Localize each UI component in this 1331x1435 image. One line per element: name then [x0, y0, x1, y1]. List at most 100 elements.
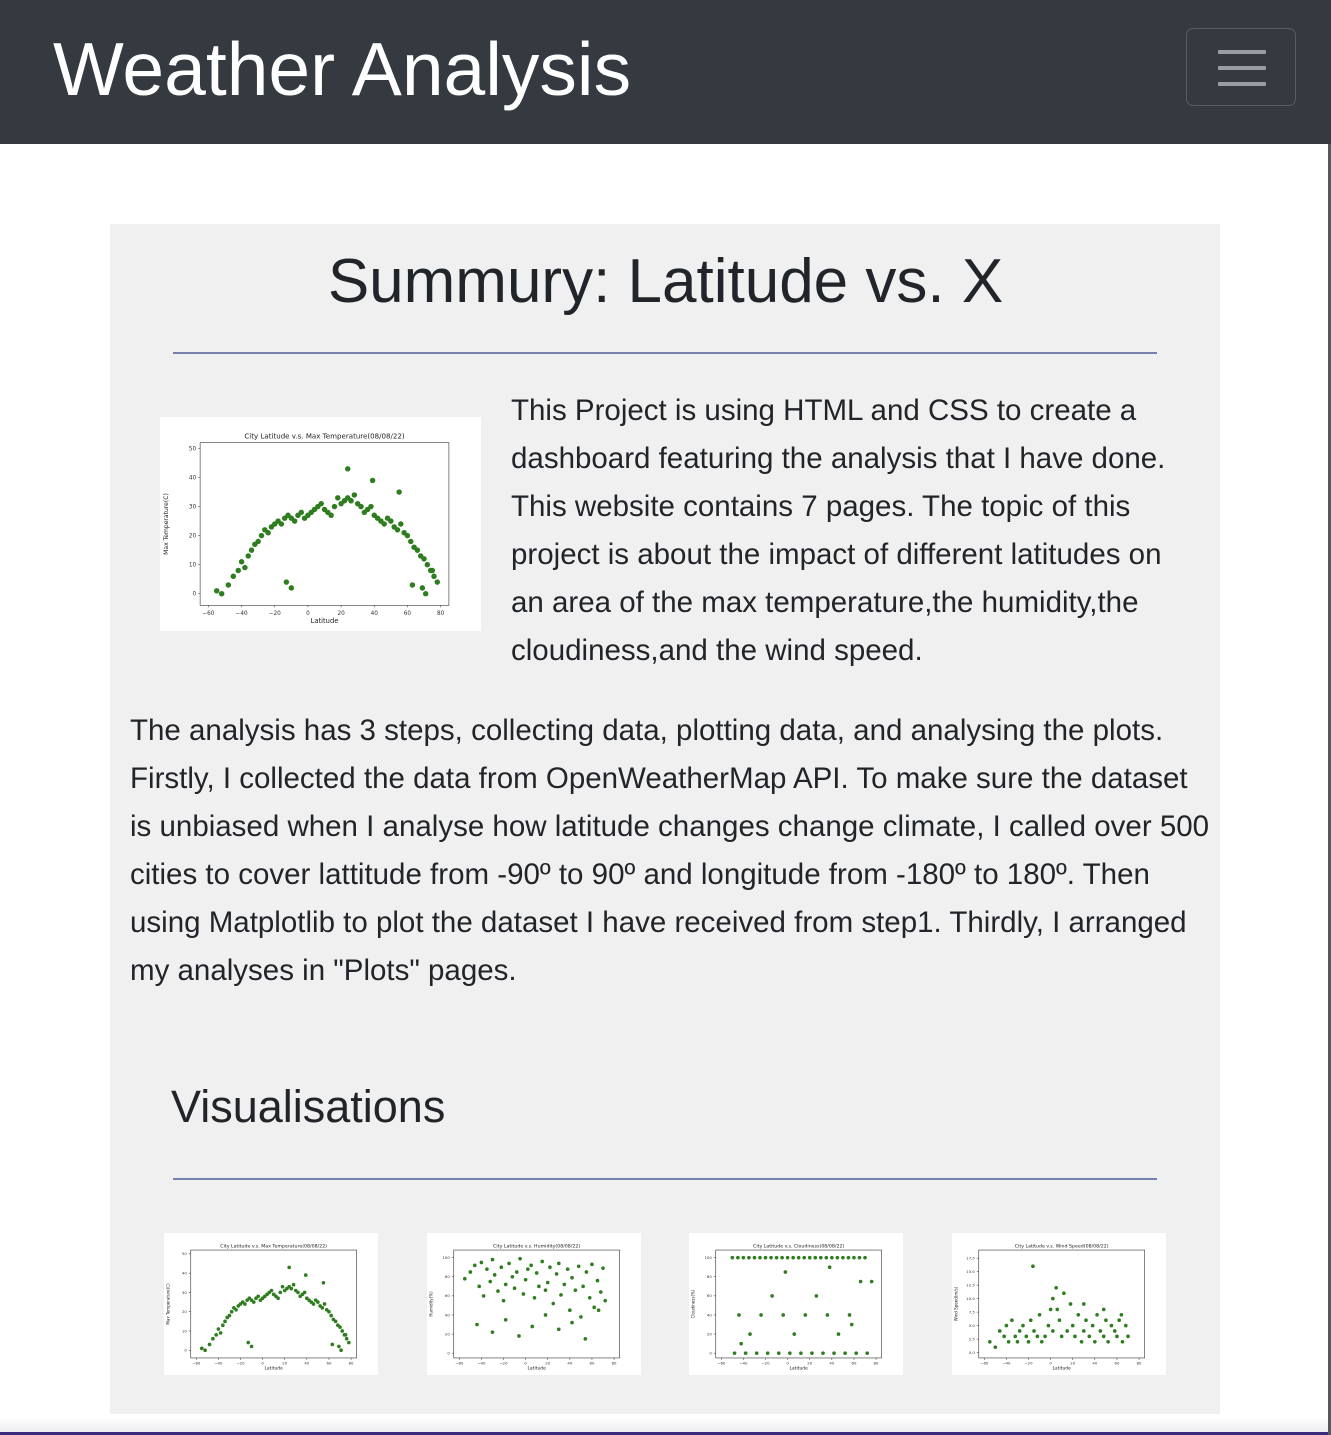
scatter-point: [1112, 1329, 1117, 1333]
scatter-point: [595, 1278, 600, 1283]
navbar-toggle-button[interactable]: [1186, 28, 1296, 106]
scatter-point: [1028, 1318, 1033, 1323]
scatter-point: [344, 1336, 349, 1341]
scatter-point: [479, 1260, 484, 1265]
scatter-point: [512, 1286, 517, 1291]
scatter-point: [1095, 1312, 1099, 1317]
y-tick-label: 20: [189, 534, 197, 540]
scatter-point: [331, 503, 338, 510]
y-tick-label: 80: [707, 1274, 712, 1279]
x-tick-label: 0: [1049, 1360, 1052, 1365]
scatter-point: [583, 1337, 588, 1341]
scatter-point: [320, 1306, 325, 1310]
navbar-brand[interactable]: Weather Analysis: [53, 24, 631, 114]
y-tick-label: 50: [182, 1251, 187, 1256]
thumbnail-humidity[interactable]: City Latitude v.s. Humidity(08/08/22) −60…: [427, 1233, 641, 1375]
scatter-point: [1059, 1334, 1064, 1339]
scatter-point: [1120, 1339, 1125, 1344]
scatter-point: [587, 1295, 592, 1300]
scatter-point: [1081, 1302, 1086, 1306]
scatter-point: [291, 518, 298, 524]
thumbnail-cloudiness[interactable]: City Latitude v.s. Cloudiness(08/08/22) −…: [689, 1233, 903, 1375]
scatter-point: [1068, 1302, 1073, 1306]
scatter-point: [1079, 1339, 1084, 1344]
y-tick-label: 0: [184, 1348, 187, 1353]
scatter-point: [235, 567, 241, 574]
scatter-point: [347, 1340, 351, 1345]
x-tick-label: −40: [214, 1360, 223, 1365]
scatter-point: [765, 1351, 770, 1356]
scatter-point: [434, 579, 441, 585]
scatter-point: [849, 1322, 854, 1327]
scatter-point: [1098, 1329, 1103, 1333]
summary-intro-text: This Project is using HTML and CSS to cr…: [511, 394, 1166, 667]
scatter-point: [229, 1309, 234, 1314]
scatter-point: [1043, 1334, 1047, 1339]
scatter-point: [227, 1313, 232, 1318]
y-tick-label: 100: [443, 1255, 451, 1260]
scatter-point: [993, 1345, 998, 1349]
scatter-point: [821, 1351, 825, 1356]
thumbnail-max-temperature[interactable]: City Latitude v.s. Max Temperature(08/08…: [164, 1233, 378, 1375]
scatter-point: [256, 1294, 261, 1299]
y-tick-label: 60: [445, 1293, 450, 1298]
chart-axes-frame: [715, 1249, 882, 1359]
scatter-point: [545, 1280, 550, 1285]
scatter-point: [218, 590, 225, 597]
x-tick-label: −40: [1002, 1360, 1011, 1365]
scatter-point: [422, 590, 429, 597]
scatter-point: [269, 1288, 274, 1293]
y-tick-label: 50: [189, 447, 197, 453]
x-tick-label: 0: [306, 611, 310, 617]
visualisations-divider: [173, 1178, 1157, 1180]
scatter-point: [1048, 1307, 1053, 1312]
scatter-point: [518, 1256, 522, 1261]
scatter-point: [863, 1255, 867, 1260]
scatter-point: [1046, 1323, 1051, 1328]
visualisations-title: Visualisations: [171, 1081, 446, 1132]
scatter-point: [743, 1351, 748, 1356]
scatter-point: [368, 503, 374, 510]
scatter-point: [534, 1271, 539, 1275]
x-tick-label: 40: [304, 1360, 309, 1365]
chart-axes-frame: [453, 1249, 620, 1359]
scatter-point: [398, 521, 404, 527]
scatter-point: [1123, 1323, 1128, 1328]
x-tick-label: 20: [282, 1360, 287, 1365]
chart-axes-frame: [978, 1249, 1145, 1359]
scatter-point: [291, 1282, 296, 1287]
scatter-point: [997, 1329, 1002, 1333]
scatter-point: [732, 1351, 737, 1356]
scatter-point: [1002, 1334, 1006, 1339]
scatter-point: [223, 1319, 227, 1324]
scatter-point: [841, 1255, 845, 1260]
scatter-point: [245, 553, 251, 559]
scatter-point: [754, 1351, 759, 1356]
scatter-point: [408, 538, 414, 545]
scatter-point: [1024, 1334, 1029, 1339]
scatter-point: [338, 1325, 342, 1329]
scatter-point: [781, 1313, 786, 1317]
scatter-point: [475, 1322, 479, 1327]
scatter-point: [485, 1267, 489, 1271]
thumbnail-wind-speed[interactable]: City Latitude v.s. Wind Speed(08/08/22) −…: [952, 1233, 1166, 1375]
x-tick-label: −20: [1024, 1360, 1033, 1365]
scatter-point: [1039, 1339, 1044, 1344]
scatter-point: [258, 532, 265, 539]
scatter-point: [803, 1313, 808, 1317]
scatter-point: [825, 1313, 830, 1317]
scatter-point: [499, 1265, 504, 1270]
scatter-point: [1057, 1318, 1062, 1323]
scatter-point: [477, 1284, 481, 1289]
scatter-point: [791, 1255, 795, 1260]
scatter-point: [523, 1277, 528, 1282]
scatter-point: [311, 1302, 316, 1306]
scatter-point: [1054, 1285, 1058, 1290]
x-tick-label: 40: [1092, 1360, 1097, 1365]
x-tick-label: 60: [590, 1360, 595, 1365]
scatter-point: [488, 1279, 493, 1284]
scatter-point: [343, 1333, 348, 1337]
x-tick-label: −60: [202, 611, 214, 617]
scatter-point: [827, 1265, 832, 1270]
x-tick-label: 60: [1115, 1360, 1120, 1365]
